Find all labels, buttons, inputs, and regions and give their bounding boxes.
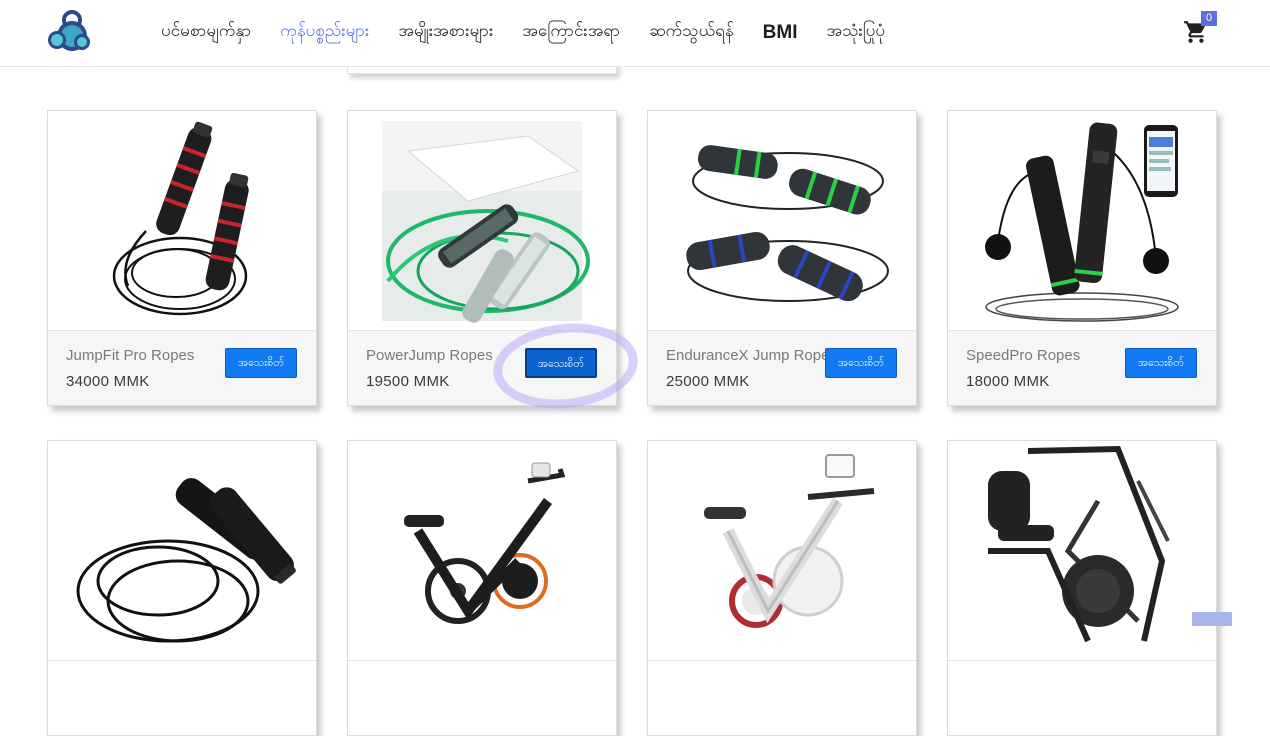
product-name: JumpFit Pro Ropes bbox=[66, 347, 195, 364]
product-price: 18000 MMK bbox=[966, 373, 1050, 390]
product-info: EnduranceX Jump Ropes 25000 MMK အသေးစိတ် bbox=[648, 331, 916, 405]
jump-rope-green-photo bbox=[382, 121, 590, 323]
product-card: JumpFit Pro Ropes 34000 MMK အသေးစိတ် bbox=[47, 110, 317, 406]
details-button[interactable]: အသေးစိတ် bbox=[525, 348, 597, 378]
product-price: 19500 MMK bbox=[366, 373, 450, 390]
nav-item-categories[interactable]: အမျိုးအစားများ bbox=[398, 20, 493, 45]
product-image[interactable] bbox=[948, 441, 1216, 661]
product-card bbox=[647, 440, 917, 736]
product-image[interactable] bbox=[648, 441, 916, 661]
nav-item-about[interactable]: အကြောင်းအရာ bbox=[522, 20, 620, 45]
exercise-bike-orange-image bbox=[404, 462, 566, 624]
product-card: SpeedPro Ropes 18000 MMK အသေးစိတ် bbox=[947, 110, 1217, 406]
jump-rope-black-image bbox=[76, 478, 296, 643]
product-info: SpeedPro Ropes 18000 MMK အသေးစိတ် bbox=[948, 331, 1216, 405]
nav-item-products[interactable]: ကုန်ပစ္စည်းများ bbox=[280, 20, 369, 45]
nav-item-contact[interactable]: ဆက်သွယ်ရန် bbox=[649, 20, 734, 45]
scroll-to-top-button[interactable] bbox=[1192, 612, 1232, 626]
product-image[interactable] bbox=[48, 441, 316, 661]
nav-item-home[interactable]: ပင်မစာမျက်နှာ bbox=[161, 20, 251, 45]
details-button[interactable]: အသေးစိတ် bbox=[1125, 348, 1197, 378]
product-image[interactable] bbox=[648, 111, 916, 331]
smart-jump-rope-image bbox=[985, 122, 1179, 322]
product-image[interactable] bbox=[48, 111, 316, 331]
details-button[interactable]: အသေးစိတ် bbox=[225, 348, 297, 378]
product-card: PowerJump Ropes 19500 MMK အသေးစိတ် bbox=[347, 110, 617, 406]
jump-rope-green-blue-image bbox=[686, 145, 889, 302]
navbar: ပင်မစာမျက်နှာ ကုန်ပစ္စည်းများ အမျိုးအစား… bbox=[0, 0, 1270, 67]
product-info: JumpFit Pro Ropes 34000 MMK အသေးစိတ် bbox=[48, 331, 316, 405]
nav-menu: ပင်မစာမျက်နှာ ကုန်ပစ္စည်းများ အမျိုးအစား… bbox=[161, 20, 914, 45]
product-image[interactable] bbox=[948, 111, 1216, 331]
product-image[interactable] bbox=[348, 441, 616, 661]
recumbent-bike-image bbox=[988, 445, 1170, 643]
product-name: PowerJump Ropes bbox=[366, 347, 493, 364]
product-name: EnduranceX Jump Ropes bbox=[666, 347, 837, 364]
product-info: PowerJump Ropes 19500 MMK အသေးစိတ် bbox=[348, 331, 616, 405]
details-button[interactable]: အသေးစိတ် bbox=[825, 348, 897, 378]
product-price: 34000 MMK bbox=[66, 373, 150, 390]
nav-item-bmi[interactable]: BMI bbox=[763, 22, 798, 44]
kettlebell-logo-icon[interactable] bbox=[46, 10, 94, 54]
jump-rope-red-image bbox=[112, 121, 249, 316]
exercise-bike-white-image bbox=[704, 454, 875, 628]
cart-count-badge: 0 bbox=[1201, 11, 1217, 26]
product-card bbox=[347, 440, 617, 736]
nav-item-usage[interactable]: အသုံးပြုပုံ bbox=[826, 20, 885, 45]
product-card bbox=[47, 440, 317, 736]
product-card bbox=[947, 440, 1217, 736]
product-card: EnduranceX Jump Ropes 25000 MMK အသေးစိတ် bbox=[647, 110, 917, 406]
product-name: SpeedPro Ropes bbox=[966, 347, 1081, 364]
product-price: 25000 MMK bbox=[666, 373, 750, 390]
product-image[interactable] bbox=[348, 111, 616, 331]
